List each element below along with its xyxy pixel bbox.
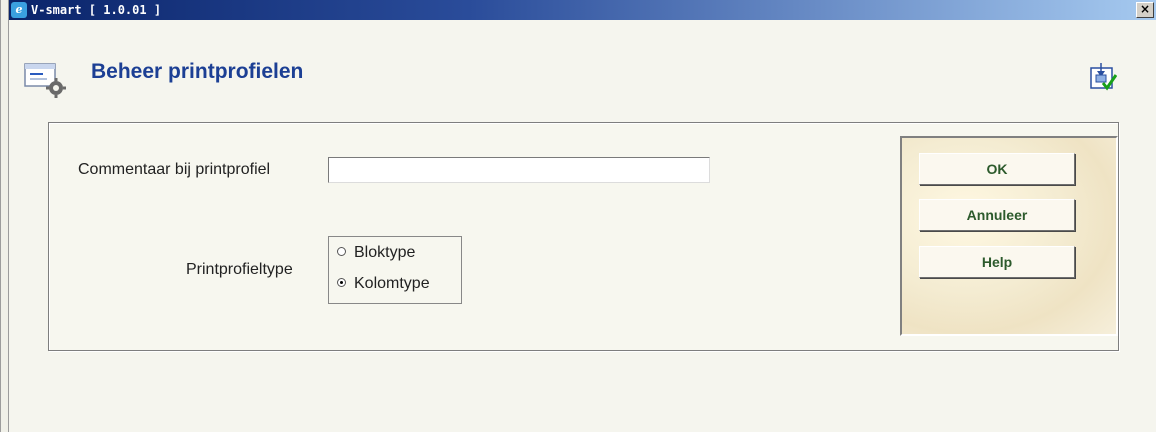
radio-kolomtype[interactable]: Kolomtype [337, 275, 430, 293]
window-left-edge [1, 0, 9, 432]
page-title: Beheer printprofielen [91, 60, 304, 83]
comment-input[interactable] [328, 157, 710, 183]
close-button[interactable]: × [1136, 2, 1154, 18]
help-button[interactable]: Help [919, 246, 1075, 278]
radio-bloktype-label: Bloktype [354, 244, 416, 261]
cancel-button[interactable]: Annuleer [919, 199, 1075, 231]
printprofile-type-group: Bloktype Kolomtype [328, 236, 462, 304]
radio-bloktype[interactable]: Bloktype [337, 244, 415, 262]
ok-button[interactable]: OK [919, 153, 1075, 185]
radio-kolomtype-label: Kolomtype [354, 275, 430, 292]
comment-label: Commentaar bij printprofiel [78, 161, 271, 178]
title-bar[interactable]: e V-smart [ 1.0.01 ] × [9, 0, 1156, 20]
printprofile-settings-icon [24, 63, 66, 98]
printprofile-type-label: Printprofieltype [186, 261, 293, 278]
window-title: V-smart [ 1.0.01 ] [31, 3, 162, 17]
app-window: e V-smart [ 1.0.01 ] × Beheer printprofi… [0, 0, 1156, 432]
radio-kolomtype-circle[interactable] [337, 278, 346, 287]
ie-icon: e [11, 2, 27, 18]
confirm-icon[interactable] [1089, 63, 1117, 91]
radio-bloktype-circle[interactable] [337, 247, 346, 256]
